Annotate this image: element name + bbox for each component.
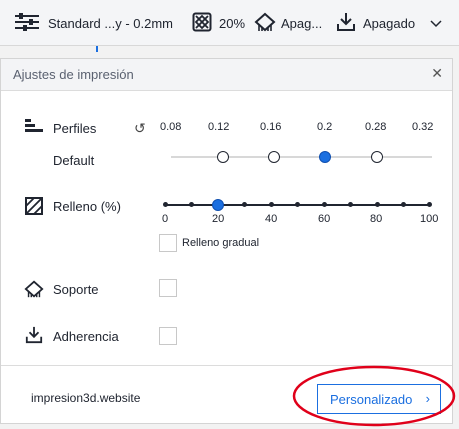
- profile-option-0-2-selected[interactable]: [319, 151, 331, 163]
- infill-tick-label: 80: [370, 213, 383, 225]
- highlight-ellipse: [292, 365, 456, 427]
- infill-step-dot: [163, 202, 168, 207]
- support-icon: [254, 12, 276, 35]
- infill-step-dot: [242, 202, 247, 207]
- profiles-icon: [25, 119, 45, 140]
- infill-step-dot: [348, 202, 353, 207]
- profile-tick-label: 0.2: [317, 121, 333, 133]
- infill-step-dot: [427, 202, 432, 207]
- infill-step-dot: [322, 202, 327, 207]
- infill-label: 20%: [219, 15, 246, 31]
- infill-slider-handle[interactable]: [212, 199, 224, 211]
- gradual-infill-checkbox[interactable]: [159, 234, 177, 252]
- support-label: Apag...: [281, 15, 323, 31]
- sliders-icon: [14, 12, 40, 35]
- reset-icon[interactable]: ↺: [134, 120, 146, 137]
- infill-tick-label: 60: [318, 213, 331, 225]
- infill-label: Relleno (%): [53, 199, 121, 214]
- infill-tick-label: 0: [162, 213, 169, 225]
- toolbar-expand-button[interactable]: [430, 0, 442, 46]
- profile-slider-track[interactable]: [171, 156, 432, 158]
- website-label: impresion3d.website: [31, 391, 141, 405]
- infill-pattern-icon: [192, 12, 212, 35]
- infill-step-dot: [269, 202, 274, 207]
- profile-option-0-12[interactable]: [217, 151, 229, 163]
- top-toolbar: Standard ...y - 0.2mm 20% Apag... Apagad…: [0, 0, 459, 46]
- profile-tick-label: 0.16: [260, 121, 282, 133]
- infill-tick-label: 20: [212, 213, 225, 225]
- profile-tick-label: 0.28: [365, 121, 387, 133]
- profile-tick-label: 0.08: [160, 121, 182, 133]
- adhesion-icon: [336, 12, 356, 35]
- infill-selector[interactable]: 20%: [192, 0, 245, 46]
- panel-header: Ajustes de impresión ✕: [1, 59, 452, 91]
- profile-option-0-28[interactable]: [371, 151, 383, 163]
- infill-step-dot: [401, 202, 406, 207]
- toolbar-indicator: [96, 46, 98, 52]
- support-label: Soporte: [53, 282, 99, 297]
- infill-step-dot: [295, 202, 300, 207]
- infill-tick-label: 40: [265, 213, 278, 225]
- support-icon: [24, 279, 44, 304]
- adhesion-selector[interactable]: Apagado: [336, 0, 415, 46]
- profile-default-label: Default: [53, 153, 95, 168]
- profiles-label: Perfiles: [53, 121, 97, 136]
- panel-title: Ajustes de impresión: [13, 67, 134, 82]
- infill-icon: [25, 197, 43, 220]
- support-selector[interactable]: Apag...: [254, 0, 322, 46]
- infill-tick-label: 100: [420, 213, 439, 225]
- adhesion-checkbox[interactable]: [159, 327, 177, 345]
- chevron-down-icon: [430, 16, 442, 31]
- profile-tick-label: 0.12: [208, 121, 230, 133]
- adhesion-label: Apagado: [363, 15, 416, 31]
- profile-selector[interactable]: Standard ...y - 0.2mm: [14, 0, 173, 46]
- close-icon[interactable]: ✕: [431, 65, 443, 82]
- gradual-infill-label: Relleno gradual: [182, 237, 260, 249]
- adhesion-icon: [25, 326, 43, 349]
- infill-step-dot: [189, 202, 194, 207]
- infill-step-dot: [375, 202, 380, 207]
- profile-option-0-16[interactable]: [268, 151, 280, 163]
- profile-label: Standard ...y - 0.2mm: [48, 15, 173, 31]
- support-checkbox[interactable]: [159, 279, 177, 297]
- profile-tick-label: 0.32: [412, 121, 434, 133]
- adhesion-label: Adherencia: [53, 329, 119, 344]
